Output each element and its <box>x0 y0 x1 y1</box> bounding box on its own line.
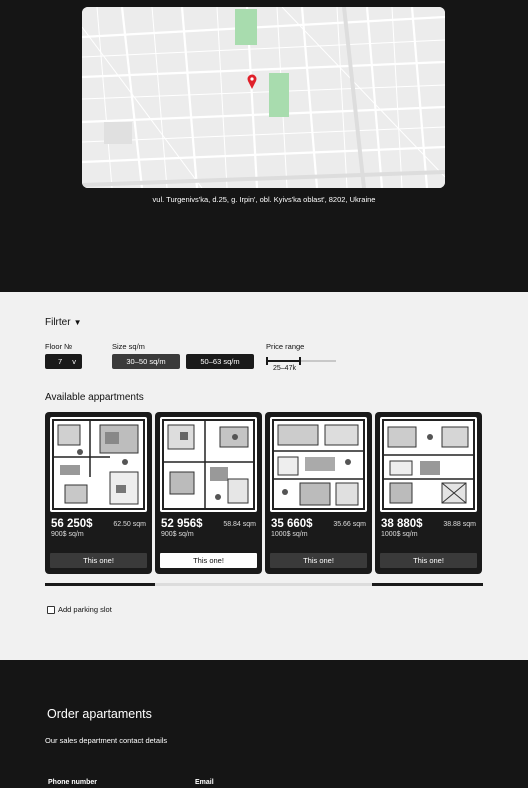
parking-checkbox[interactable]: Add parking slot <box>47 605 112 614</box>
floor-plan-image <box>160 417 257 512</box>
apartment-price-per-m: 900$ sq/m <box>161 531 194 538</box>
filter-title: Filrter <box>45 317 71 328</box>
size-option-50-63[interactable]: 50–63 sq/m <box>186 354 254 369</box>
size-label: Size sq/m <box>112 342 145 351</box>
floor-select[interactable]: 7 v <box>45 354 82 369</box>
price-range-slider[interactable] <box>266 357 336 365</box>
select-apartment-button[interactable]: This one! <box>160 553 257 568</box>
order-section: Order apartaments Our sales department c… <box>0 660 528 788</box>
scrollbar-segment <box>45 583 155 586</box>
price-range-value: 25–47k <box>273 365 296 372</box>
caret-down-icon: ▼ <box>73 318 82 327</box>
address-text: vul. Turgenivs'ka, d.25, g. Irpin', obl.… <box>152 195 376 204</box>
apartment-price-per-m: 1000$ sq/m <box>381 531 418 538</box>
select-apartment-button[interactable]: This one! <box>270 553 367 568</box>
slider-handle-min[interactable] <box>266 357 268 365</box>
slider-fill <box>266 360 301 362</box>
filters-section: Filrter ▼ Floor № 7 v Size sq/m 30–50 sq… <box>0 292 528 660</box>
floor-plan-image <box>50 417 147 512</box>
select-apartment-button[interactable]: This one! <box>380 553 477 568</box>
apartment-price-per-m: 900$ sq/m <box>51 531 84 538</box>
apartment-card[interactable]: 38 880$ 38.88 sqm 1000$ sq/m This one! <box>375 412 482 574</box>
floor-value: 7 <box>58 357 63 366</box>
floor-plan-image <box>270 417 367 512</box>
apartment-price: 56 250$ <box>51 518 93 530</box>
location-map[interactable] <box>82 7 445 188</box>
parking-label: Add parking slot <box>58 605 112 614</box>
apartment-price: 52 956$ <box>161 518 203 530</box>
apartment-price-per-m: 1000$ sq/m <box>271 531 308 538</box>
select-apartment-button[interactable]: This one! <box>50 553 147 568</box>
chevron-down-icon: v <box>72 357 76 366</box>
apartment-area: 38.88 sqm <box>443 521 476 528</box>
slider-handle-max[interactable] <box>299 357 301 365</box>
order-subtitle: Our sales department contact details <box>45 736 168 745</box>
phone-label: Phone number <box>48 779 98 786</box>
scrollbar-segment <box>372 583 483 586</box>
apartment-area: 58.84 sqm <box>223 521 256 528</box>
email-label: Email <box>195 779 214 786</box>
apartments-title: Available appartments <box>45 392 144 403</box>
filter-toggle[interactable]: Filrter ▼ <box>45 317 81 328</box>
apartment-card[interactable]: 52 956$ 58.84 sqm 900$ sq/m This one! <box>155 412 262 574</box>
floor-plan-image <box>380 417 477 512</box>
apartment-area: 35.66 sqm <box>333 521 366 528</box>
checkbox-icon[interactable] <box>47 605 55 614</box>
apartment-area: 62.50 sqm <box>113 521 146 528</box>
size-option-30-50[interactable]: 30–50 sq/m <box>112 354 180 369</box>
apartment-card[interactable]: 35 660$ 35.66 sqm 1000$ sq/m This one! <box>265 412 372 574</box>
map-canvas <box>82 7 445 188</box>
price-range-label: Price range <box>266 342 305 351</box>
location-section: vul. Turgenivs'ka, d.25, g. Irpin', obl.… <box>0 0 528 292</box>
order-title: Order apartaments <box>47 707 152 721</box>
apartment-price: 35 660$ <box>271 518 313 530</box>
apartment-price: 38 880$ <box>381 518 423 530</box>
carousel-scrollbar[interactable] <box>45 583 483 586</box>
floor-label: Floor № <box>45 342 73 351</box>
apartment-card[interactable]: 56 250$ 62.50 sqm 900$ sq/m This one! <box>45 412 152 574</box>
